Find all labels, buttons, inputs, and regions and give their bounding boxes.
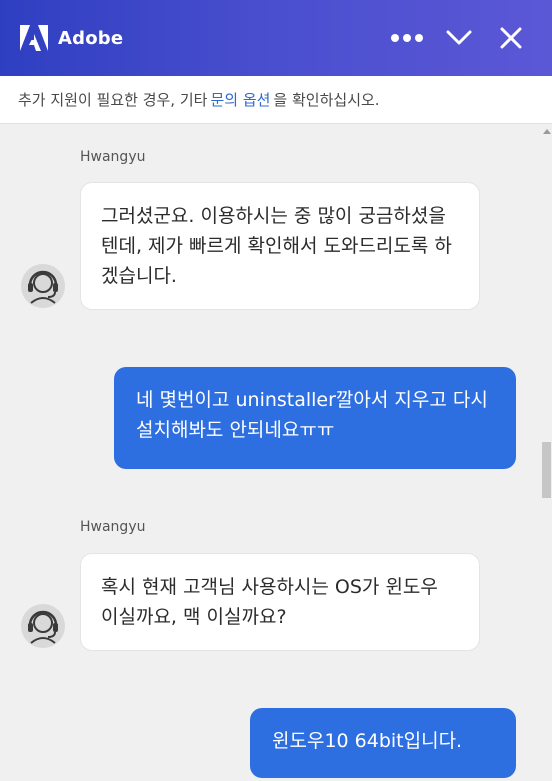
- notice-suffix: 을 확인하십시오.: [273, 91, 380, 109]
- chat-transcript[interactable]: Hwangyu 그러셨군요. 이용하시는 중 많이 궁금하셨을텐데, 제가 빠르…: [0, 125, 540, 781]
- more-options-button[interactable]: [386, 17, 428, 59]
- user-message-bubble: 네 몇번이고 uninstaller깔아서 지우고 다시설치해봐도 안되네요ㅠㅠ: [114, 367, 516, 469]
- support-notice: 추가 지원이 필요한 경우, 기타 문의 옵션 을 확인하십시오.: [0, 76, 552, 124]
- message-sender: Hwangyu: [80, 149, 146, 165]
- headset-agent-icon: [21, 604, 65, 648]
- close-icon: [500, 27, 522, 49]
- chevron-down-icon: [446, 30, 472, 45]
- close-button[interactable]: [490, 17, 532, 59]
- user-message-bubble: 윈도우10 64bit입니다.: [250, 708, 516, 778]
- agent-message-bubble: 그러셨군요. 이용하시는 중 많이 궁금하셨을텐데, 제가 빠르게 확인해서 도…: [80, 182, 480, 310]
- agent-message-bubble: 혹시 현재 고객님 사용하시는 OS가 윈도우 이실까요, 맥 이실까요?: [80, 553, 480, 651]
- headset-agent-icon: [21, 264, 65, 308]
- scrollbar-thumb[interactable]: [542, 442, 551, 498]
- chat-header: Adobe: [0, 0, 552, 76]
- notice-prefix: 추가 지원이 필요한 경우, 기타: [18, 91, 208, 109]
- brand-name: Adobe: [58, 27, 124, 49]
- contact-options-link[interactable]: 문의 옵션: [210, 89, 270, 110]
- more-dots-icon: [391, 34, 423, 42]
- minimize-button[interactable]: [438, 17, 480, 59]
- adobe-logo-icon: [20, 25, 48, 51]
- brand-logo: Adobe: [20, 25, 123, 51]
- message-sender: Hwangyu: [80, 519, 146, 535]
- scroll-up-arrow-icon[interactable]: [543, 129, 551, 134]
